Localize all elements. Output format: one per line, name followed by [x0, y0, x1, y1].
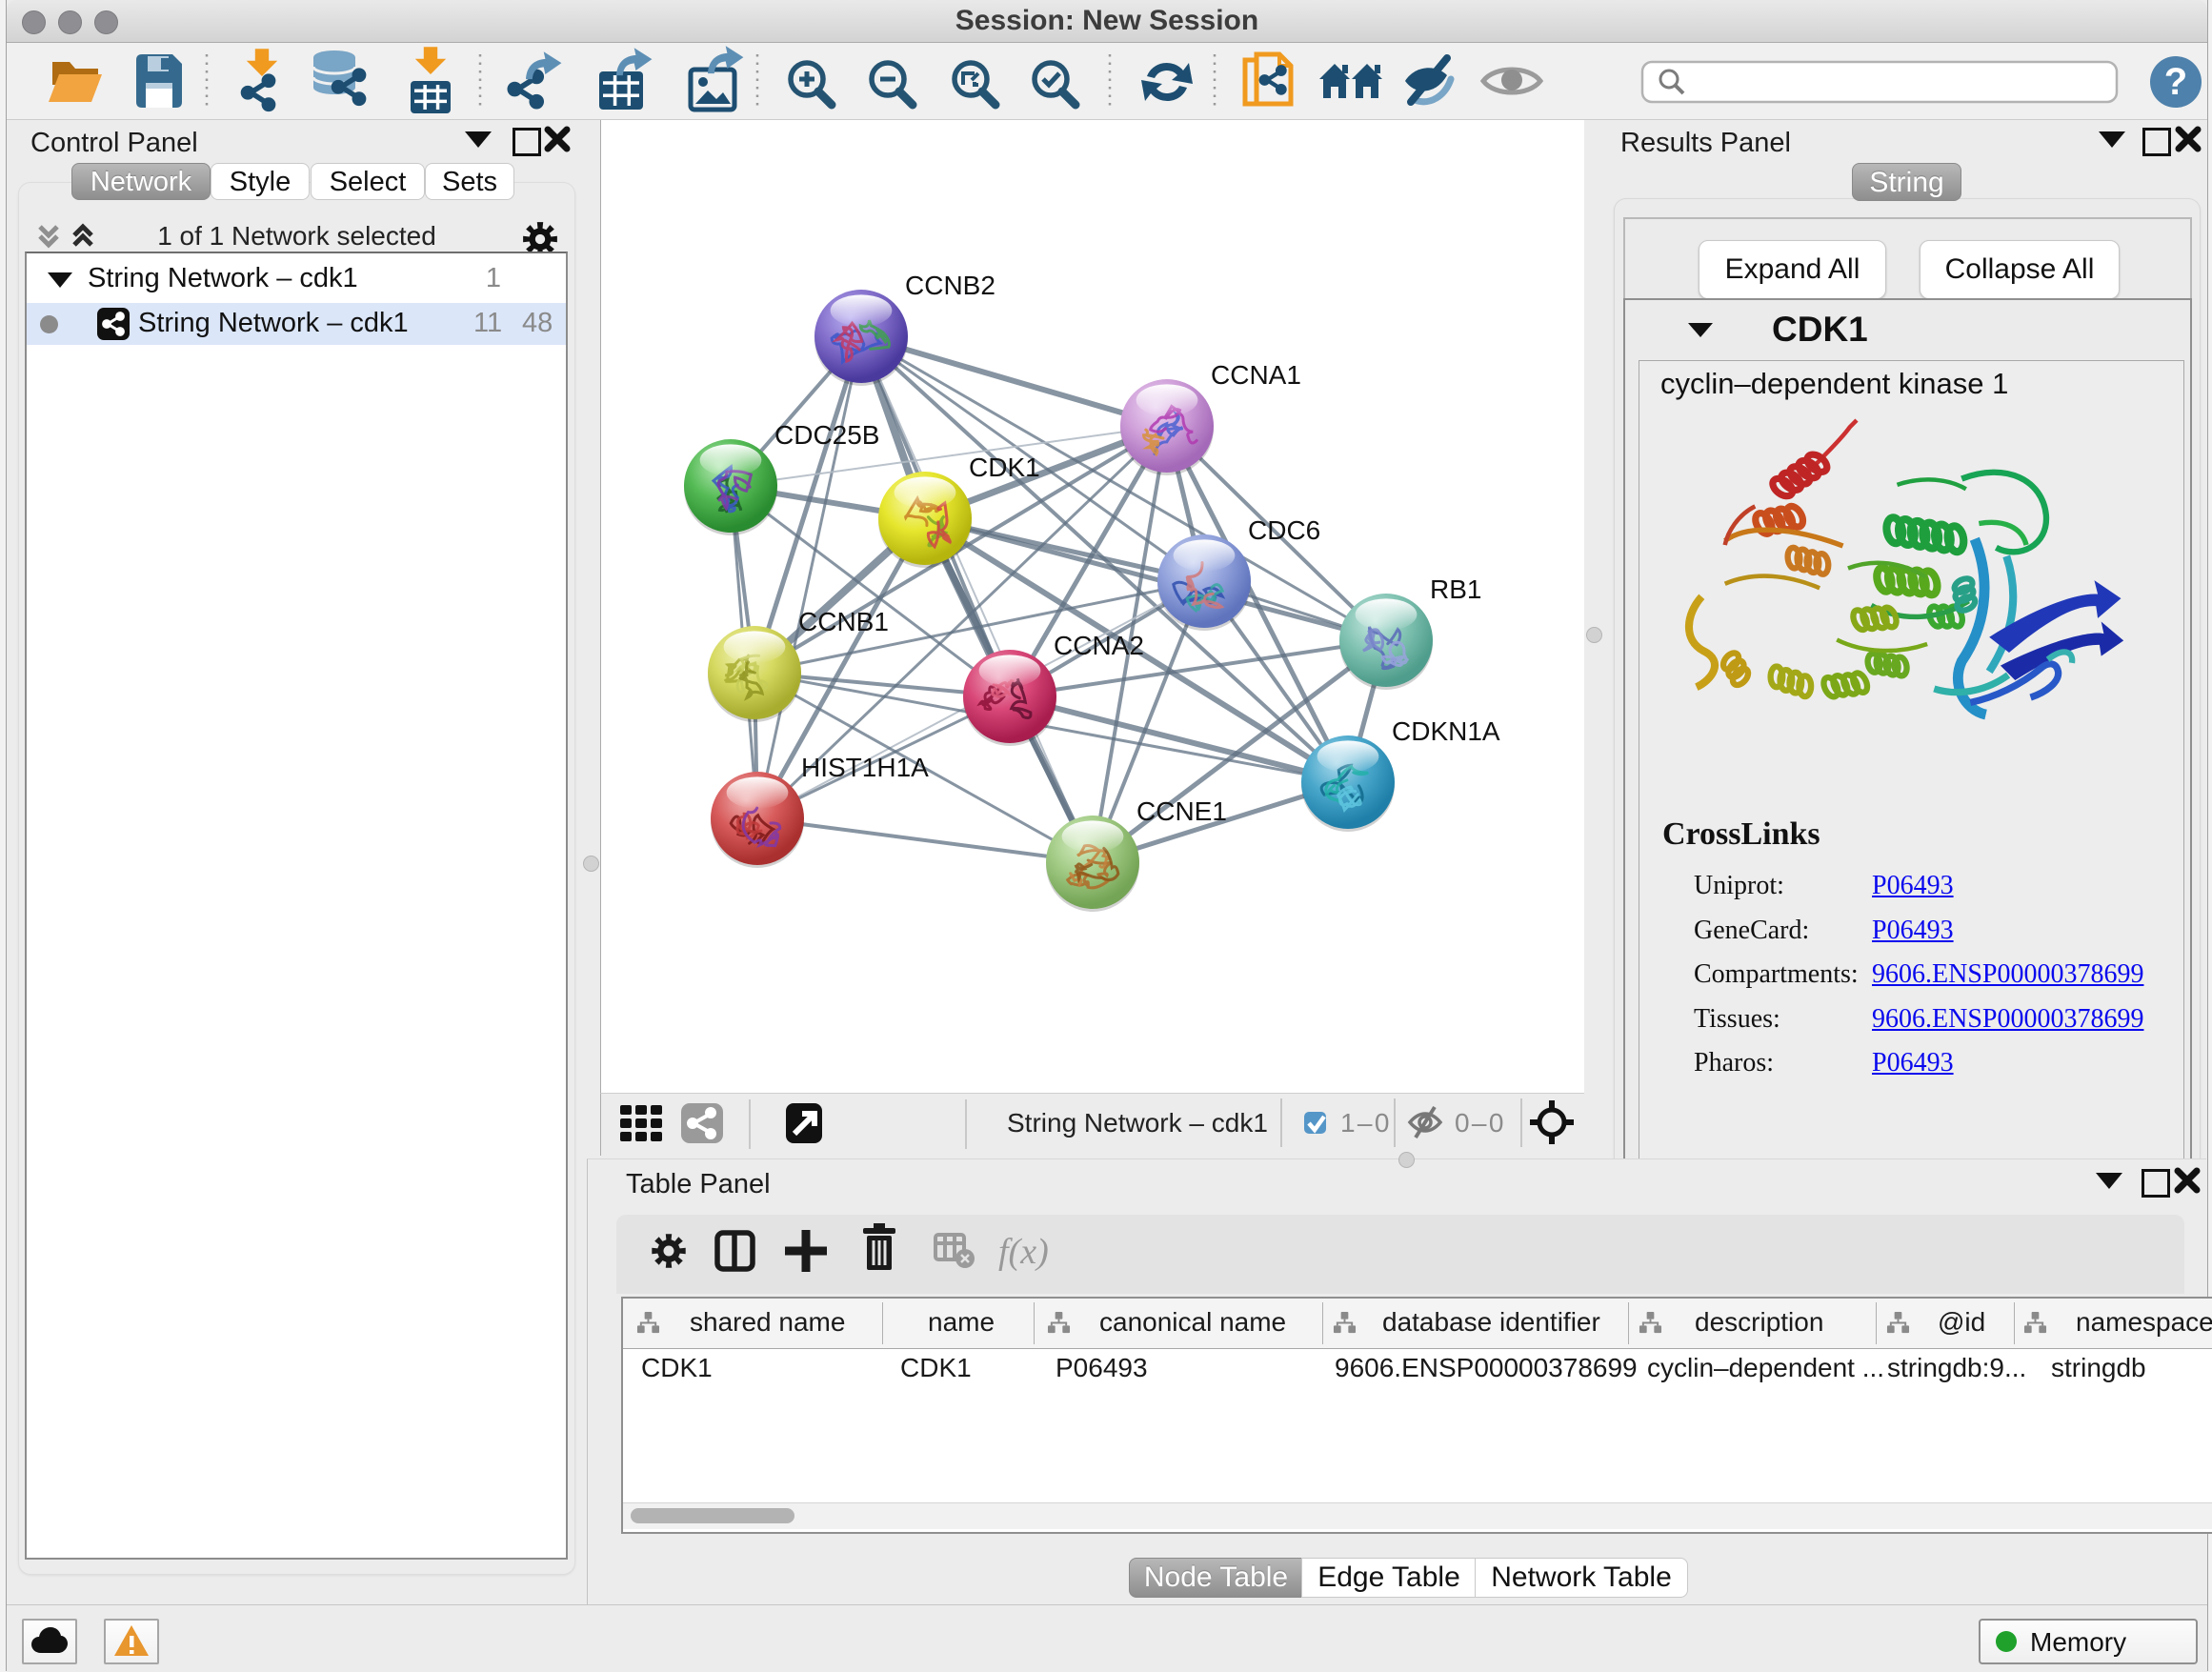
svg-text:CCNA2: CCNA2 — [1054, 631, 1144, 660]
svg-text:CCNA1: CCNA1 — [1211, 360, 1301, 390]
svg-text:CCNE1: CCNE1 — [1136, 796, 1227, 826]
svg-text:CDKN1A: CDKN1A — [1392, 716, 1500, 746]
svg-text:CCNB1: CCNB1 — [798, 607, 889, 636]
svg-text:CCNB2: CCNB2 — [905, 271, 995, 300]
svg-text:f(x): f(x) — [998, 1232, 1049, 1272]
svg-text:0 – 0: 0 – 0 — [1455, 1108, 1503, 1138]
svg-text:RB1: RB1 — [1430, 574, 1481, 604]
svg-text:CDK1: CDK1 — [969, 453, 1040, 482]
svg-text:1 – 0: 1 – 0 — [1340, 1108, 1389, 1138]
svg-text:HIST1H1A: HIST1H1A — [801, 753, 929, 782]
svg-text:String Network – cdk1: String Network – cdk1 — [1007, 1108, 1268, 1138]
svg-text:?: ? — [2164, 61, 2187, 103]
svg-text:CDC25B: CDC25B — [774, 420, 879, 450]
svg-text:CDC6: CDC6 — [1248, 515, 1320, 545]
